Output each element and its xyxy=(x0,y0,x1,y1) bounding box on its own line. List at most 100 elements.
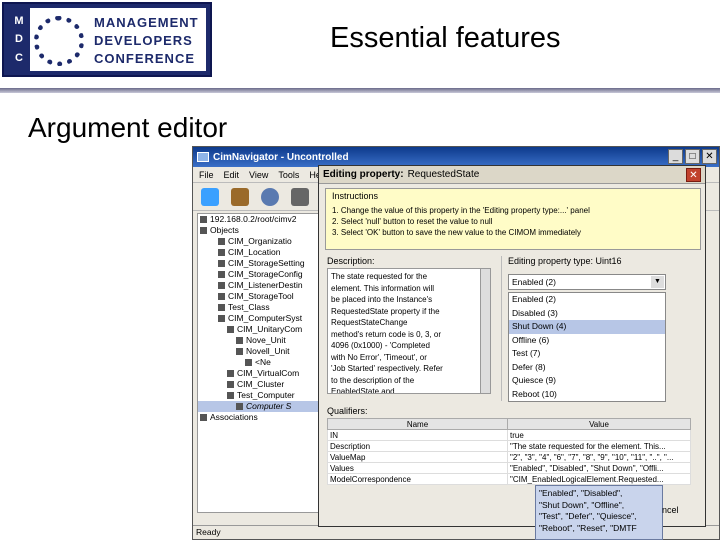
instruction-line: 2. Select 'null' button to reset the val… xyxy=(332,217,493,226)
table-row[interactable]: Description "The state requested for the … xyxy=(327,440,691,452)
class-node-icon xyxy=(218,282,225,290)
editing-type-label: Editing property type: Uint16 xyxy=(508,256,622,266)
tree-node-label: 192.168.0.2/root/cimv2 xyxy=(210,214,297,224)
tree-node-label: CIM_VirtualCom xyxy=(237,368,300,378)
table-row[interactable]: Values "Enabled", "Disabled", "Shut Down"… xyxy=(327,462,691,474)
column-header-name[interactable]: Name xyxy=(327,418,508,430)
value-option[interactable]: Reboot (10) xyxy=(509,388,665,402)
table-row[interactable]: ModelCorrespondence "CIM_EnabledLogicalEl… xyxy=(327,473,691,485)
tree-node[interactable]: Test_Computer xyxy=(198,390,326,401)
class-node-icon xyxy=(218,315,225,323)
description-line: 4096 (0x1000) - 'Completed xyxy=(331,341,430,350)
column-header-value[interactable]: Value xyxy=(507,418,691,430)
tree-node[interactable]: CIM_ListenerDestin xyxy=(198,280,326,291)
tree-node[interactable]: Novell_Unit xyxy=(198,346,326,357)
class-node-icon xyxy=(236,348,243,356)
tree-node[interactable]: Associations xyxy=(198,412,326,423)
qualifier-value-cell: "2", "3", "4", "6", "7", "8", "9", "10",… xyxy=(507,451,691,463)
value-option[interactable]: Defer (8) xyxy=(509,361,665,375)
tree-node[interactable]: CIM_StorageConfig xyxy=(198,269,326,280)
tree-node-label: CIM_UnitaryCom xyxy=(237,324,303,334)
app-titlebar: CimNavigator - Uncontrolled xyxy=(193,147,719,167)
instructions-panel: Instructions 1. Change the value of this… xyxy=(325,188,701,250)
slide-title: Essential features xyxy=(330,22,561,54)
description-line: element. This information will xyxy=(331,283,435,293)
tree-node[interactable]: CIM_ComputerSyst xyxy=(198,313,326,324)
tree-node[interactable]: CIM_UnitaryCom xyxy=(198,324,326,335)
class-node-icon xyxy=(218,238,225,246)
folder-icon[interactable] xyxy=(231,187,249,206)
tree-node-label: Objects xyxy=(210,225,239,235)
tree-node-label: CIM_StorageSetting xyxy=(228,258,305,268)
tree-node[interactable]: Test_Class xyxy=(198,302,326,313)
tree-node[interactable]: CIM_StorageSetting xyxy=(198,258,326,269)
tree-node-label: Computer S xyxy=(246,401,292,411)
qualifier-name-cell: Values xyxy=(327,462,508,474)
description-line: be placed into the Instance's xyxy=(331,295,433,304)
value-option[interactable]: Quiesce (9) xyxy=(509,374,665,388)
logo-letter-tile: M D C xyxy=(8,8,30,71)
value-option[interactable]: Shut Down (4) xyxy=(509,320,665,334)
tree-node-label: CIM_Cluster xyxy=(237,379,285,389)
description-panel: Description: The state requested for the… xyxy=(327,256,497,401)
value-option[interactable]: Enabled (2) xyxy=(509,293,665,307)
class-node-icon xyxy=(200,414,207,422)
class-node-icon xyxy=(245,359,252,367)
class-node-icon xyxy=(227,326,234,334)
tree-node[interactable]: Computer S xyxy=(198,401,326,412)
tree-node[interactable]: <Ne xyxy=(198,357,326,368)
menu-view[interactable]: View xyxy=(249,170,268,180)
value-dropdown[interactable]: Enabled (2) ▼ xyxy=(508,274,666,290)
description-textarea[interactable]: The state requested for the element. This… xyxy=(327,268,491,394)
search-icon[interactable] xyxy=(291,187,309,206)
menu-edit[interactable]: Edit xyxy=(224,170,240,180)
qualifiers-table: Name Value IN true Description "The state r… xyxy=(327,418,691,485)
tree-node[interactable]: Nove_Unit xyxy=(198,335,326,346)
value-option[interactable]: Disabled (3) xyxy=(509,307,665,321)
tree-node-label: CIM_StorageTool xyxy=(228,291,294,301)
tree-node[interactable]: CIM_StorageTool xyxy=(198,291,326,302)
class-node-icon xyxy=(218,293,225,301)
description-scrollbar[interactable] xyxy=(480,269,490,393)
new-icon[interactable] xyxy=(201,187,219,206)
instruction-line: 3. Select 'OK' button to save the new va… xyxy=(332,228,581,237)
title-divider xyxy=(0,88,720,93)
close-button[interactable]: ✕ xyxy=(702,149,717,164)
tree-node[interactable]: CIM_Cluster xyxy=(198,379,326,390)
class-node-icon xyxy=(227,370,234,378)
mdc-logo: M D C MANAGEMENT DEVELOPERS CONFERENCE xyxy=(2,2,212,77)
dialog-close-button[interactable]: ✕ xyxy=(686,168,701,182)
value-option[interactable]: Test (7) xyxy=(509,347,665,361)
tree-node[interactable]: 192.168.0.2/root/cimv2 xyxy=(198,214,326,225)
qualifier-name-cell: ValueMap xyxy=(327,451,508,463)
tree-node[interactable]: CIM_VirtualCom xyxy=(198,368,326,379)
minimize-button[interactable]: _ xyxy=(668,149,683,164)
menu-tools[interactable]: Tools xyxy=(278,170,299,180)
maximize-button[interactable]: □ xyxy=(685,149,700,164)
chevron-down-icon[interactable]: ▼ xyxy=(651,276,664,288)
value-option[interactable]: Offline (6) xyxy=(509,334,665,348)
qualifier-value-cell: true xyxy=(507,429,691,441)
tree-node[interactable]: Objects xyxy=(198,225,326,236)
instructions-header: Instructions xyxy=(332,191,379,201)
instruction-line: 1. Change the value of this property in … xyxy=(332,206,590,215)
dialog-titlebar: Editing property: RequestedState xyxy=(319,166,705,184)
refresh-icon[interactable] xyxy=(261,187,279,206)
description-line: The state requested for the xyxy=(331,272,428,281)
tree-node[interactable]: CIM_Location xyxy=(198,247,326,258)
class-node-icon xyxy=(200,227,207,235)
tree-node[interactable]: CIM_Organizatio xyxy=(198,236,326,247)
class-node-icon xyxy=(236,337,243,345)
tree-node-label: Test_Class xyxy=(228,302,270,312)
section-heading: Argument editor xyxy=(28,112,228,143)
table-row[interactable]: IN true xyxy=(327,429,691,441)
tree-node-label: Test_Computer xyxy=(237,390,295,400)
cancel-button[interactable]: ncel xyxy=(662,505,679,515)
class-node-icon xyxy=(236,403,243,411)
logo-ring-icon xyxy=(34,16,84,66)
values-tooltip: "Enabled", "Disabled", "Shut Down", "Off… xyxy=(535,485,663,540)
app-icon xyxy=(197,152,209,162)
description-line: RequestStateChange xyxy=(331,318,408,327)
menu-file[interactable]: File xyxy=(199,170,214,180)
table-row[interactable]: ValueMap "2", "3", "4", "6", "7", "8", "9… xyxy=(327,451,691,463)
